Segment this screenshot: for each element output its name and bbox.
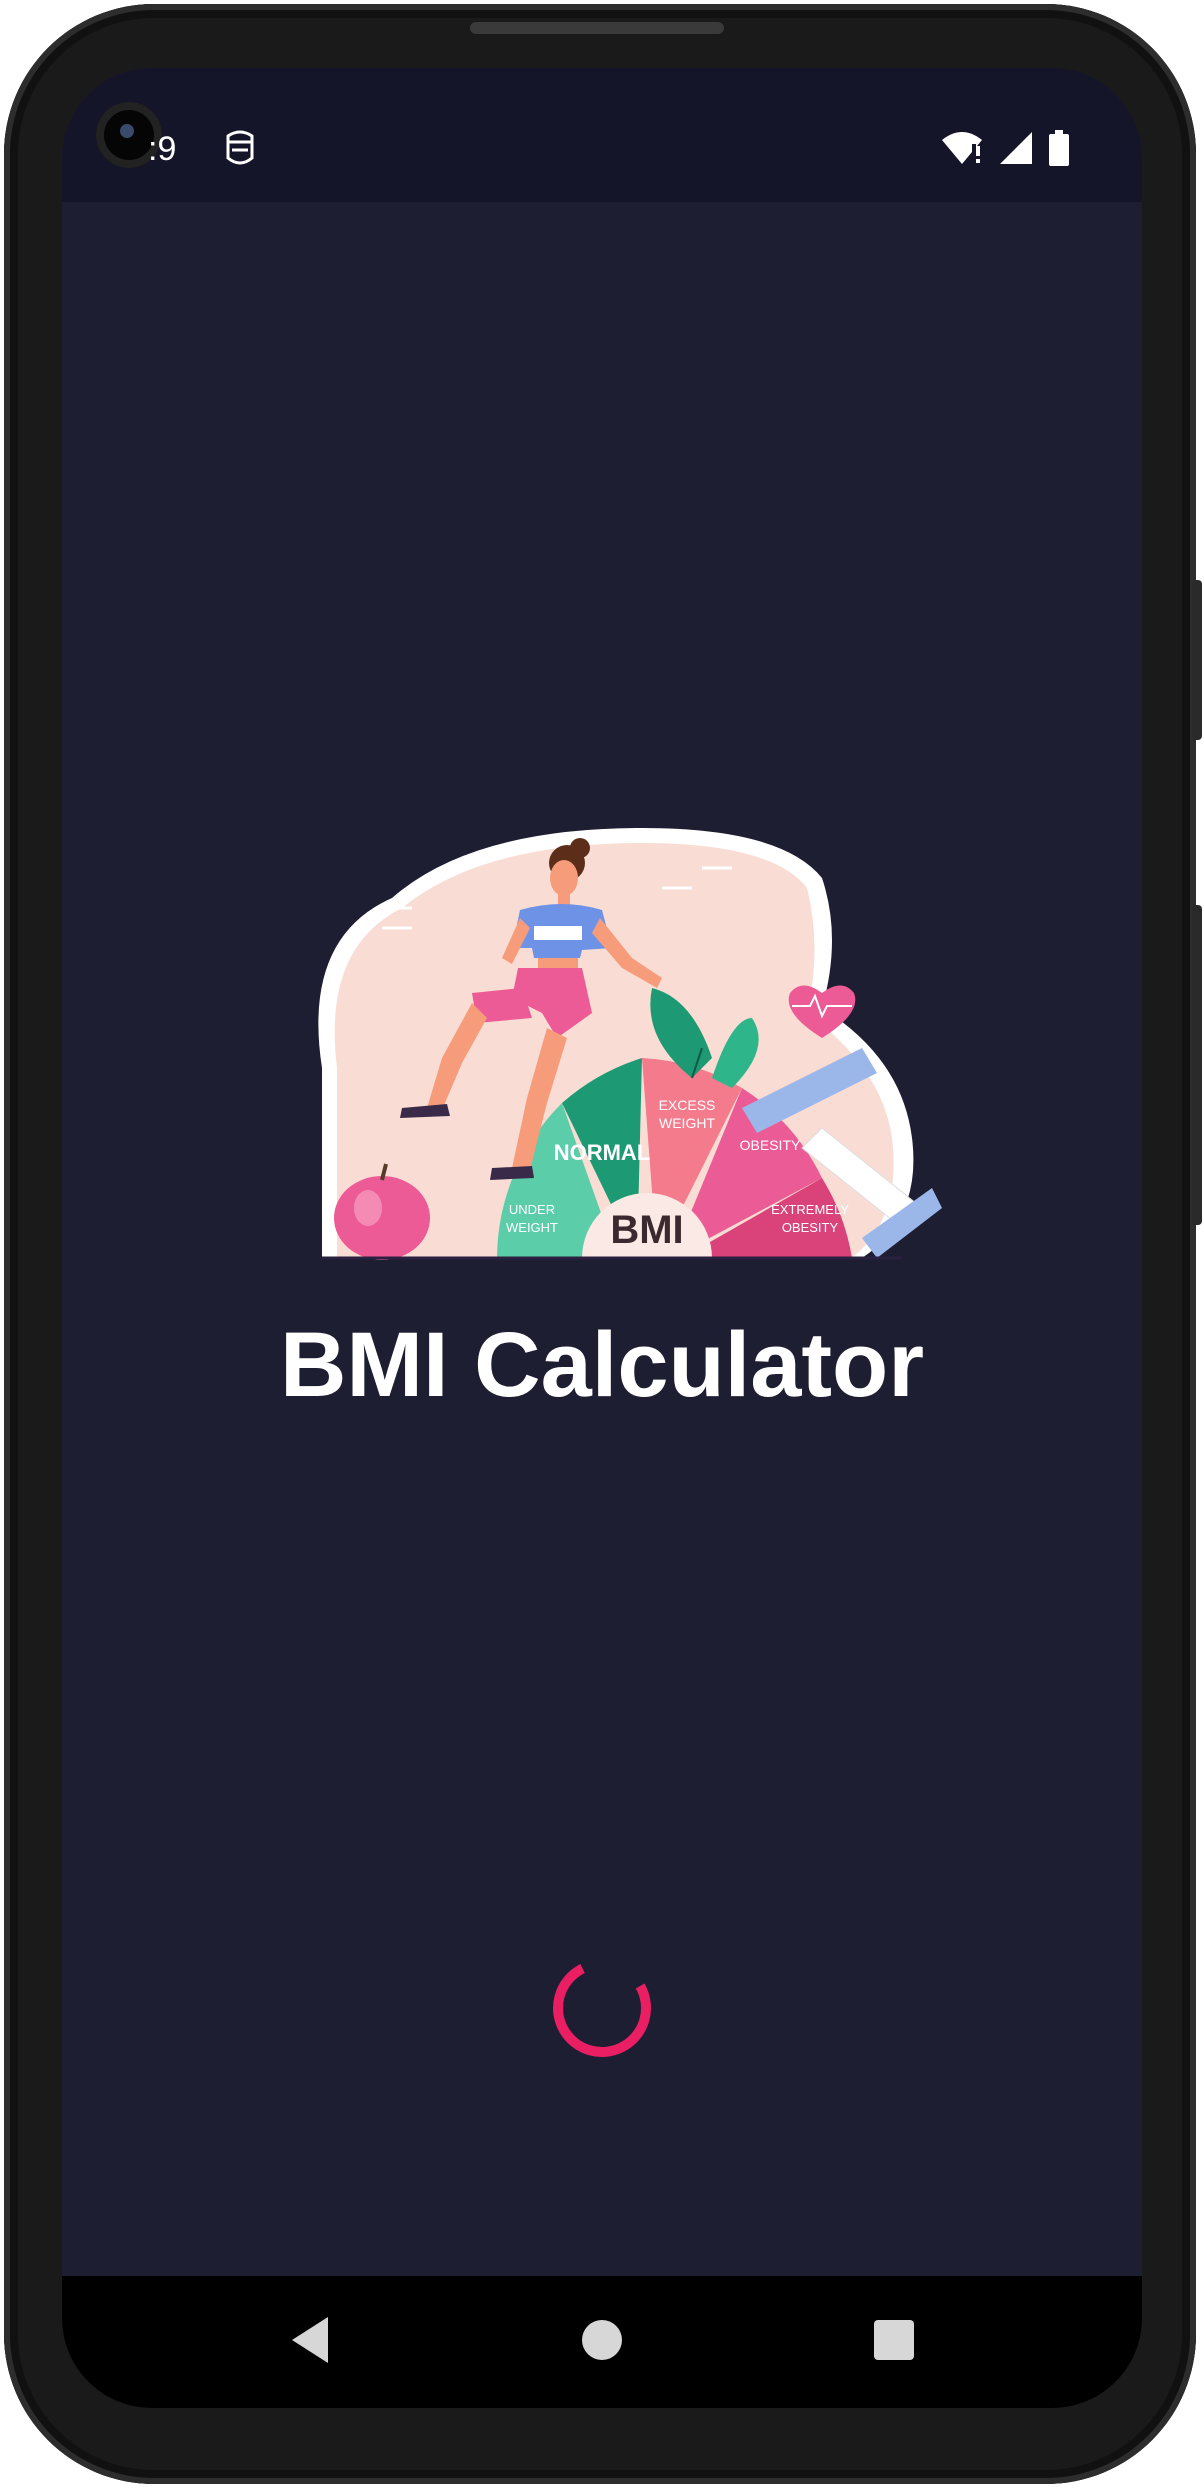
nav-home-button[interactable] xyxy=(572,2310,632,2370)
status-time: :9 xyxy=(148,130,177,168)
app-title: BMI Calculator xyxy=(279,1314,925,1416)
gauge-label-extreme-2: OBESITY xyxy=(782,1220,839,1235)
recents-icon xyxy=(874,2320,914,2360)
wifi-alert-icon xyxy=(942,132,982,164)
back-icon xyxy=(292,2317,328,2363)
app-notification-icon xyxy=(226,130,254,165)
home-icon xyxy=(582,2320,622,2360)
nav-back-button[interactable] xyxy=(280,2310,340,2370)
gauge-label-bmi: BMI xyxy=(610,1208,683,1252)
gauge-label-under: UNDER xyxy=(509,1202,555,1217)
bmi-illustration: NORMAL EXCESS WEIGHT OBESITY UNDER WEIGH… xyxy=(318,828,942,1260)
signal-icon xyxy=(1000,132,1032,164)
gauge-label-normal: NORMAL xyxy=(554,1140,651,1165)
loading-spinner xyxy=(553,1959,651,2057)
volume-button xyxy=(1192,580,1202,740)
gauge-label-extreme: EXTREMELY xyxy=(771,1202,849,1217)
status-bar: :9 xyxy=(62,68,1142,202)
navigation-bar xyxy=(62,2276,1142,2408)
status-icons xyxy=(940,130,1070,166)
speaker-grille xyxy=(470,22,724,34)
gauge-label-excess: EXCESS xyxy=(659,1097,716,1113)
gauge-label-obesity: OBESITY xyxy=(740,1137,801,1153)
nav-recents-button[interactable] xyxy=(864,2310,924,2370)
gauge-label-excess-2: WEIGHT xyxy=(659,1115,715,1131)
gauge-label-under-2: WEIGHT xyxy=(506,1220,558,1235)
battery-icon xyxy=(1049,130,1069,166)
power-button xyxy=(1192,905,1202,1225)
app-screen: :9 NORMAL EXCESS WEIGHT OBESITY UNDER WE… xyxy=(62,68,1142,2408)
